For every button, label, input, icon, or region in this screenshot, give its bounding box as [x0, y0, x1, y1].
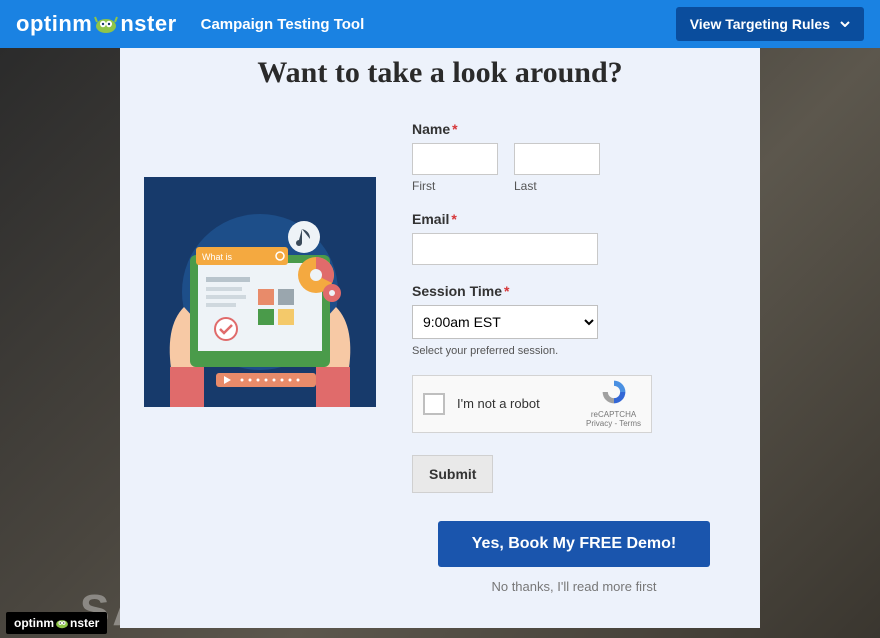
- session-field-group: Session Time* 9:00am EST Select your pre…: [412, 283, 736, 357]
- brand-text-right: nster: [120, 11, 176, 37]
- optinmonster-badge[interactable]: optinm nster: [6, 612, 107, 634]
- email-field-group: Email*: [412, 211, 736, 265]
- recaptcha-checkbox[interactable]: [423, 393, 445, 415]
- demo-popup: Want to take a look around? What is: [120, 48, 760, 628]
- brand-text-left: optinm: [16, 11, 92, 37]
- popup-title: Want to take a look around?: [144, 56, 736, 91]
- badge-text-right: nster: [70, 616, 99, 630]
- tool-title: Campaign Testing Tool: [201, 16, 365, 33]
- svg-text:What is: What is: [202, 252, 233, 262]
- session-time-select[interactable]: 9:00am EST: [412, 305, 598, 339]
- name-field-group: Name* First Last: [412, 121, 736, 193]
- demo-form: Name* First Last Email*: [412, 121, 736, 594]
- brand-logo: optinm nster: [16, 11, 177, 37]
- recaptcha-icon: [599, 378, 629, 406]
- top-bar: optinm nster Campaign Testing Tool View …: [0, 0, 880, 48]
- required-asterisk: *: [504, 283, 509, 299]
- no-thanks-link[interactable]: No thanks, I'll read more first: [412, 579, 736, 594]
- last-name-sublabel: Last: [514, 179, 600, 193]
- required-asterisk: *: [452, 121, 457, 137]
- last-name-input[interactable]: [514, 143, 600, 175]
- email-label: Email*: [412, 211, 736, 227]
- view-targeting-rules-button[interactable]: View Targeting Rules: [676, 7, 864, 41]
- book-demo-button[interactable]: Yes, Book My FREE Demo!: [438, 521, 711, 567]
- recaptcha-widget: I'm not a robot reCAPTCHA Privacy - Term…: [412, 375, 652, 433]
- chevron-down-icon: [840, 21, 850, 27]
- name-label: Name*: [412, 121, 736, 137]
- first-name-input[interactable]: [412, 143, 498, 175]
- first-name-sublabel: First: [412, 179, 498, 193]
- monster-icon: [94, 14, 118, 34]
- rules-button-label: View Targeting Rules: [690, 16, 830, 32]
- submit-button[interactable]: Submit: [412, 455, 493, 493]
- recaptcha-label: I'm not a robot: [457, 396, 586, 411]
- monster-icon: [55, 617, 69, 629]
- tablet-illustration: What is: [144, 177, 376, 407]
- required-asterisk: *: [451, 211, 456, 227]
- session-time-label: Session Time*: [412, 283, 736, 299]
- recaptcha-branding: reCAPTCHA Privacy - Terms: [586, 378, 641, 429]
- email-input[interactable]: [412, 233, 598, 265]
- badge-text-left: optinm: [14, 616, 54, 630]
- session-hint: Select your preferred session.: [412, 345, 736, 357]
- illustration-container: What is: [144, 121, 376, 594]
